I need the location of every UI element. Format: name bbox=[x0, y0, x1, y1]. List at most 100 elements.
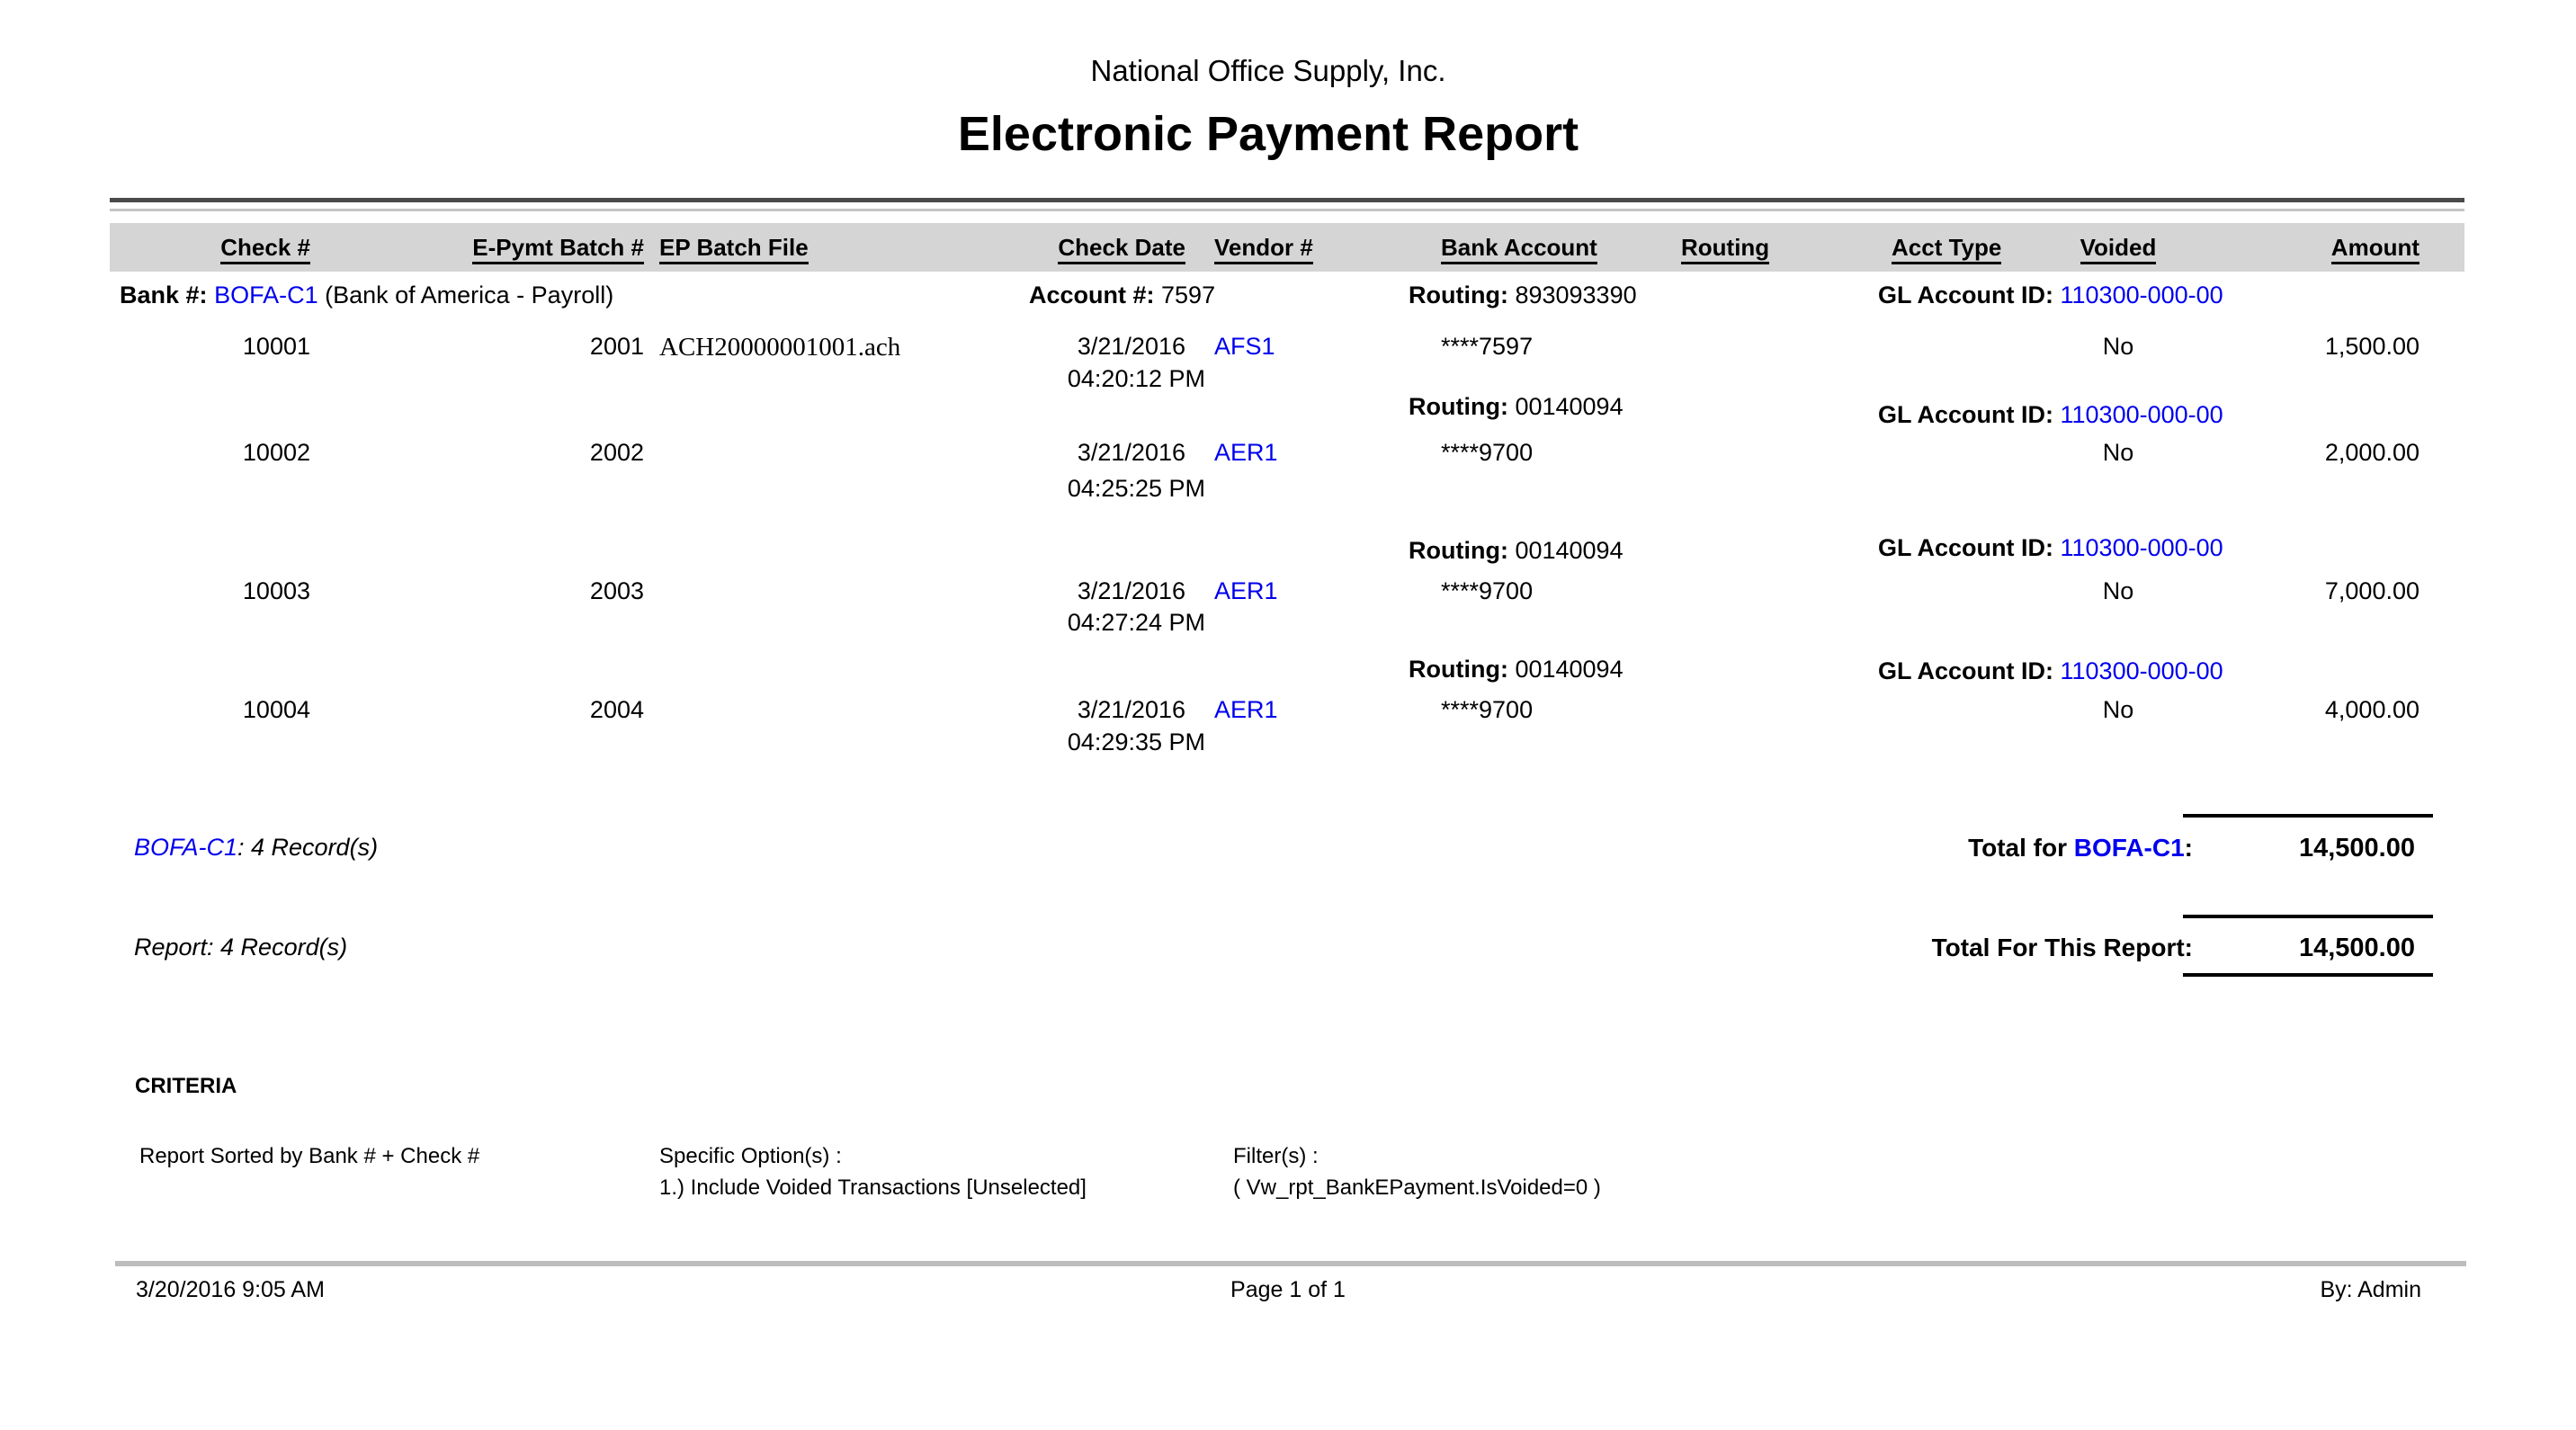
table-row: 10004 2004 3/21/2016 AER1 ****9700 No 4,… bbox=[0, 696, 2576, 732]
check-number: 10001 bbox=[126, 333, 310, 361]
voided-flag: No bbox=[2060, 333, 2177, 361]
row-routing-line: Routing: 00140094 GL Account ID: 110300-… bbox=[0, 534, 2576, 570]
check-time: 04:29:35 PM bbox=[971, 728, 1205, 756]
col-header-acct-type: Acct Type bbox=[1892, 223, 2017, 272]
gl-account-link[interactable]: 110300-000-00 bbox=[2061, 282, 2223, 308]
bank-routing: Routing: 893093390 bbox=[1409, 282, 1637, 309]
report-total-amount: 14,500.00 bbox=[2231, 934, 2415, 963]
criteria-filters-label: Filter(s) : bbox=[1233, 1144, 1319, 1169]
row-routing-line: Routing: 00140094 GL Account ID: 110300-… bbox=[0, 393, 2576, 429]
criteria-option-1: 1.) Include Voided Transactions [Unselec… bbox=[659, 1175, 1087, 1201]
voided-flag: No bbox=[2060, 439, 2177, 467]
bank-account: ****7597 bbox=[1441, 333, 1648, 361]
criteria-options-label: Specific Option(s) : bbox=[659, 1144, 842, 1169]
row-routing: Routing: 00140094 bbox=[1409, 656, 1623, 684]
check-time: 04:27:24 PM bbox=[971, 609, 1205, 637]
check-time: 04:20:12 PM bbox=[971, 365, 1205, 393]
batch-number: 2001 bbox=[432, 333, 644, 361]
table-row: 10003 2003 3/21/2016 AER1 ****9700 No 7,… bbox=[0, 577, 2576, 613]
bank-number: Bank #: BOFA-C1 (Bank of America - Payro… bbox=[120, 282, 613, 309]
voided-flag: No bbox=[2060, 696, 2177, 724]
bank-account: ****9700 bbox=[1441, 577, 1648, 605]
total-rule-bottom bbox=[2183, 973, 2433, 977]
check-date: 3/21/2016 bbox=[971, 577, 1185, 605]
row-gl-account: GL Account ID: 110300-000-00 bbox=[1878, 401, 2223, 429]
table-row-time: 04:29:35 PM bbox=[0, 728, 2576, 764]
voided-flag: No bbox=[2060, 577, 2177, 605]
criteria-sort: Report Sorted by Bank # + Check # bbox=[139, 1144, 479, 1169]
check-number: 10003 bbox=[126, 577, 310, 605]
table-header-row: Check # E-Pymt Batch # EP Batch File Che… bbox=[0, 223, 2576, 272]
report-record-count: Report: 4 Record(s) bbox=[134, 934, 347, 961]
vendor-link[interactable]: AFS1 bbox=[1214, 333, 1340, 361]
col-header-routing: Routing bbox=[1681, 223, 1789, 272]
criteria-row: 1.) Include Voided Transactions [Unselec… bbox=[0, 1175, 2576, 1211]
vendor-link[interactable]: AER1 bbox=[1214, 439, 1340, 467]
footer: 3/20/2016 9:05 AM Page 1 of 1 By: Admin bbox=[0, 1277, 2576, 1313]
criteria-filter-1: ( Vw_rpt_BankEPayment.IsVoided=0 ) bbox=[1233, 1175, 1601, 1201]
bank-label: Bank #: bbox=[120, 282, 208, 308]
col-header-bank-account: Bank Account bbox=[1441, 223, 1648, 272]
row-gl-account: GL Account ID: 110300-000-00 bbox=[1878, 657, 2223, 685]
col-header-check: Check # bbox=[126, 223, 310, 272]
bank-code-link[interactable]: BOFA-C1 bbox=[214, 282, 318, 308]
total-rule-top bbox=[2183, 814, 2433, 818]
divider-light bbox=[110, 209, 2464, 211]
batch-number: 2002 bbox=[432, 439, 644, 467]
account-number: Account #: 7597 bbox=[1029, 282, 1215, 309]
report-total-row: Report: 4 Record(s) Total For This Repor… bbox=[0, 934, 2576, 970]
check-number: 10004 bbox=[126, 696, 310, 724]
col-header-amount: Amount bbox=[2231, 223, 2419, 272]
footer-run-by: By: Admin bbox=[2195, 1277, 2421, 1303]
report-page: { "colors": { "link_blue": "#0000EE", "h… bbox=[0, 0, 2576, 1430]
total-rule-top bbox=[2183, 915, 2433, 918]
report-total-label: Total For This Report: bbox=[1790, 934, 2193, 962]
col-header-check-date: Check Date bbox=[971, 223, 1185, 272]
bank-group-header: Bank #: BOFA-C1 (Bank of America - Payro… bbox=[0, 282, 2576, 317]
criteria-row: Report Sorted by Bank # + Check # Specif… bbox=[0, 1144, 2576, 1180]
vendor-link[interactable]: AER1 bbox=[1214, 696, 1340, 724]
table-row-time: 04:25:25 PM bbox=[0, 475, 2576, 511]
row-gl-account: GL Account ID: 110300-000-00 bbox=[1878, 534, 2223, 562]
group-total-amount: 14,500.00 bbox=[2231, 834, 2415, 863]
gl-account-link[interactable]: 110300-000-00 bbox=[2061, 534, 2223, 561]
divider-dark bbox=[110, 198, 2464, 202]
bank-name: (Bank of America - Payroll) bbox=[318, 282, 614, 308]
group-code-link[interactable]: BOFA-C1 bbox=[134, 834, 237, 861]
gl-account-link[interactable]: 110300-000-00 bbox=[2061, 657, 2223, 684]
table-row-time: 04:27:24 PM bbox=[0, 609, 2576, 645]
footer-divider bbox=[115, 1261, 2466, 1266]
amount: 7,000.00 bbox=[2231, 577, 2419, 605]
col-header-batch: E-Pymt Batch # bbox=[432, 223, 644, 272]
vendor-link[interactable]: AER1 bbox=[1214, 577, 1340, 605]
check-date: 3/21/2016 bbox=[971, 333, 1185, 361]
check-time: 04:25:25 PM bbox=[971, 475, 1205, 503]
amount: 1,500.00 bbox=[2231, 333, 2419, 361]
row-routing: Routing: 00140094 bbox=[1409, 537, 1623, 565]
group-total-row: BOFA-C1: 4 Record(s) Total for BOFA-C1: … bbox=[0, 834, 2576, 870]
amount: 2,000.00 bbox=[2231, 439, 2419, 467]
group-record-count: BOFA-C1: 4 Record(s) bbox=[134, 834, 378, 862]
row-routing: Routing: 00140094 bbox=[1409, 393, 1623, 421]
check-date: 3/21/2016 bbox=[971, 439, 1185, 467]
batch-number: 2004 bbox=[432, 696, 644, 724]
check-number: 10002 bbox=[126, 439, 310, 467]
group-code-link[interactable]: BOFA-C1 bbox=[2074, 834, 2185, 862]
company-name: National Office Supply, Inc. bbox=[0, 54, 2536, 88]
row-routing-line: Routing: 00140094 GL Account ID: 110300-… bbox=[0, 656, 2576, 692]
col-header-vendor: Vendor # bbox=[1214, 223, 1340, 272]
group-total-label: Total for BOFA-C1: bbox=[1790, 834, 2193, 862]
amount: 4,000.00 bbox=[2231, 696, 2419, 724]
gl-account-link[interactable]: 110300-000-00 bbox=[2061, 401, 2223, 428]
col-header-voided: Voided bbox=[2060, 223, 2177, 272]
check-date: 3/21/2016 bbox=[971, 696, 1185, 724]
table-row: 10001 2001 ACH20000001001.ach 3/21/2016 … bbox=[0, 333, 2576, 369]
gl-account: GL Account ID: 110300-000-00 bbox=[1878, 282, 2223, 309]
bank-account: ****9700 bbox=[1441, 696, 1648, 724]
report-title: Electronic Payment Report bbox=[0, 106, 2536, 162]
footer-page-number: Page 1 of 1 bbox=[0, 1277, 2576, 1303]
bank-account: ****9700 bbox=[1441, 439, 1648, 467]
table-row: 10002 2002 3/21/2016 AER1 ****9700 No 2,… bbox=[0, 439, 2576, 475]
batch-number: 2003 bbox=[432, 577, 644, 605]
criteria-heading: CRITERIA bbox=[135, 1074, 237, 1099]
